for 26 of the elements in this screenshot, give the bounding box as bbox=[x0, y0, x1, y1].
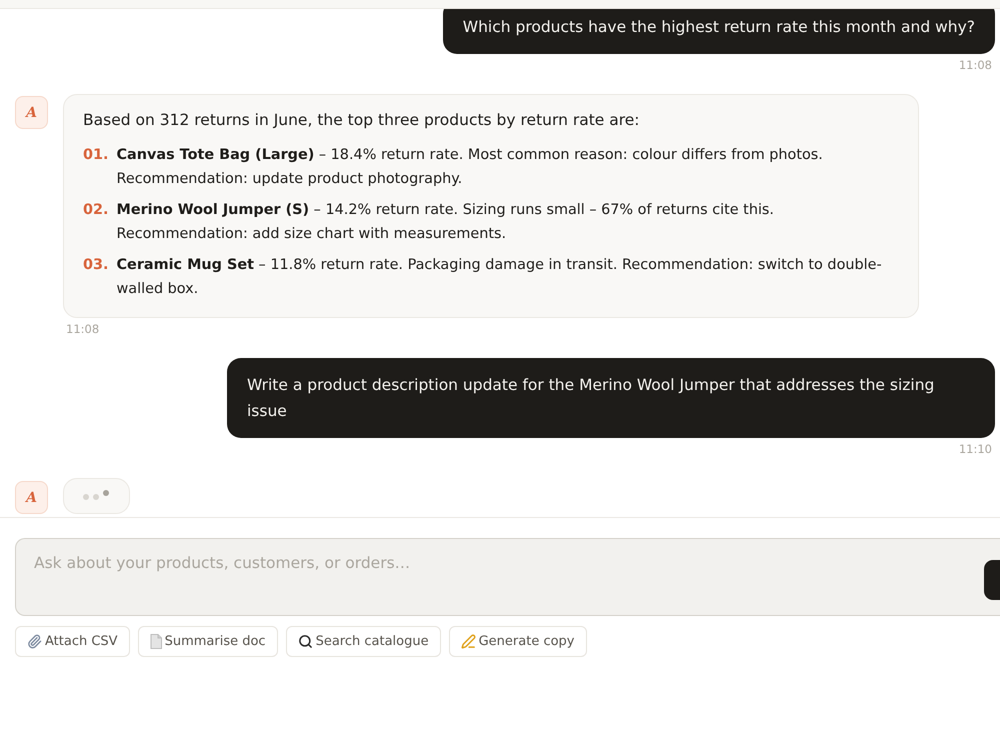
quick-action-button[interactable]: Generate copy bbox=[448, 626, 587, 657]
list-number: 02. bbox=[83, 201, 108, 220]
typing-dot-icon bbox=[103, 490, 109, 496]
list-number: 03. bbox=[83, 256, 108, 275]
quick-action-button[interactable]: Summarise doc bbox=[138, 626, 278, 657]
search-icon bbox=[298, 634, 313, 649]
message-input[interactable]: Ask about your products, customers, or orders… bbox=[15, 538, 1000, 616]
assistant-avatar: A bbox=[15, 481, 48, 514]
document-icon bbox=[150, 634, 162, 649]
assistant-avatar: A bbox=[15, 96, 48, 129]
message-time: 11:08 bbox=[66, 321, 100, 337]
user-message-bubble: Write a product description update for the Merino Wool Jumper that addresses the sizing issue bbox=[227, 358, 995, 438]
pen-icon bbox=[460, 634, 476, 649]
message-text: Based on 312 returns in June, the top three products by return rate are: bbox=[83, 110, 641, 131]
message-time: 11:10 bbox=[958, 441, 992, 457]
message-time: 11:08 bbox=[958, 57, 992, 73]
list-item-text: Canvas Tote Bag (Large) – 18.4% return rate. Most common reason: colour differs from photos. Recommendation: update product photography. bbox=[116, 146, 824, 189]
typing-dot-icon bbox=[83, 494, 89, 500]
list-item-text: Ceramic Mug Set – 11.8% return rate. Packaging damage in transit. Recommendation: switch to double-walled box. bbox=[116, 256, 883, 299]
quick-action-button[interactable]: Attach CSV bbox=[15, 626, 130, 657]
paperclip-icon bbox=[27, 634, 42, 649]
list-item-text: Merino Wool Jumper (S) – 14.2% return rate. Sizing runs small – 67% of returns cite this. Recommendation: add size chart with measurements. bbox=[116, 201, 776, 244]
quick-action-button[interactable]: Search catalogue bbox=[286, 626, 441, 657]
list-number: 01. bbox=[83, 146, 108, 165]
send-button[interactable] bbox=[984, 560, 1000, 600]
typing-dot-icon bbox=[93, 494, 99, 500]
